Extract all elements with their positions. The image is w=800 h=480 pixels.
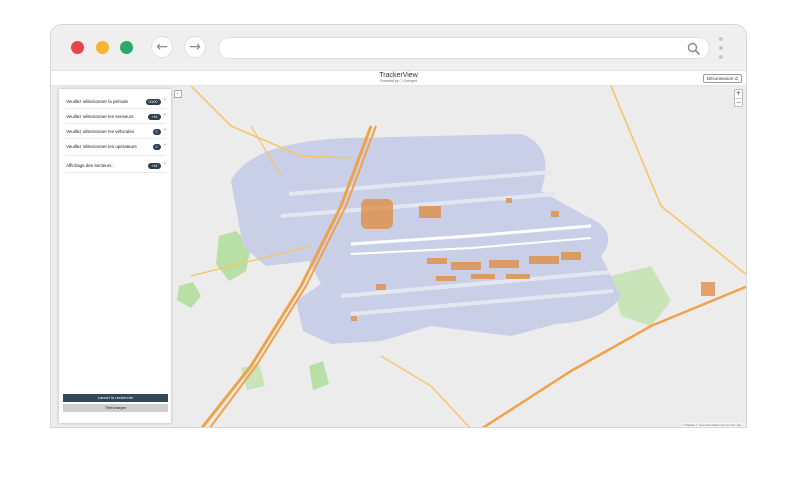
zoom-in-button[interactable]: + [735, 90, 742, 98]
filter-badge: 0 [152, 143, 161, 150]
browser-menu-icon[interactable] [718, 37, 724, 59]
launch-search-button[interactable]: Lancer la recherche [63, 394, 168, 402]
filter-sectors-display[interactable]: Affichage des secteurs : +44 ˅ [66, 161, 166, 170]
logout-button[interactable]: Déconnexion ⏻ [702, 74, 742, 83]
app-powered-by: Powered by ⬡ Ontogen [380, 79, 417, 83]
filter-sensors[interactable]: Veuillez sélectionner les senseurs +44 ˅ [66, 112, 166, 121]
divider [65, 155, 166, 156]
filter-period[interactable]: Veuillez sélectionner la période 00/00 ˅ [66, 97, 166, 106]
search-icon[interactable] [687, 42, 701, 56]
filter-vehicles[interactable]: Veuillez sélectionner les véhicules 0 ˅ [66, 127, 166, 136]
filter-label: Veuillez sélectionner la période [66, 99, 129, 104]
collapse-panel-button[interactable]: ‹ [174, 90, 182, 98]
divider [65, 123, 166, 124]
close-window-button[interactable] [71, 41, 84, 54]
filter-panel: Veuillez sélectionner la période 00/00 ˅… [59, 89, 171, 423]
chevron-down-icon[interactable]: ˅ [164, 163, 167, 169]
filter-badge: +44 [148, 162, 161, 169]
download-button[interactable]: Télécharger [63, 404, 168, 412]
chevron-down-icon[interactable]: ˅ [164, 99, 167, 105]
zoom-out-button[interactable]: − [735, 98, 742, 106]
filter-badge: 00/00 [145, 98, 161, 105]
address-bar[interactable] [218, 37, 710, 59]
app-title: TrackerView [379, 72, 418, 79]
filter-label: Veuillez sélectionner les opérateurs [66, 144, 137, 149]
back-button[interactable]: ← [151, 36, 173, 58]
map-view[interactable]: Veuillez sélectionner la période 00/00 ˅… [51, 86, 746, 427]
minimize-window-button[interactable] [96, 41, 109, 54]
filter-operators[interactable]: Veuillez sélectionner les opérateurs 0 ˅ [66, 142, 166, 151]
app-header: TrackerView Powered by ⬡ Ontogen Déconne… [51, 71, 746, 86]
chevron-down-icon[interactable]: ˅ [164, 114, 167, 120]
filter-label: Veuillez sélectionner les senseurs [66, 114, 134, 119]
filter-badge: +44 [148, 113, 161, 120]
browser-window: ← → TrackerView Powered by ⬡ Ontogen Déc… [50, 24, 747, 428]
browser-toolbar: ← → [51, 25, 746, 71]
map-attribution[interactable]: © Mapbox © OpenStreetMap Improve this ma… [681, 423, 742, 427]
chevron-down-icon[interactable]: ˅ [164, 129, 167, 135]
filter-badge: 0 [152, 128, 161, 135]
arrow-left-icon: ← [156, 39, 168, 55]
maximize-window-button[interactable] [120, 41, 133, 54]
app-brand: TrackerView Powered by ⬡ Ontogen [51, 72, 746, 84]
divider [65, 108, 166, 109]
chevron-down-icon[interactable]: ˅ [164, 144, 167, 150]
forward-button[interactable]: → [184, 36, 206, 58]
divider [65, 172, 166, 173]
filter-label: Affichage des secteurs : [66, 163, 114, 168]
arrow-right-icon: → [189, 39, 201, 55]
filter-label: Veuillez sélectionner les véhicules [66, 129, 135, 134]
divider [65, 138, 166, 139]
zoom-control: + − [734, 89, 743, 107]
